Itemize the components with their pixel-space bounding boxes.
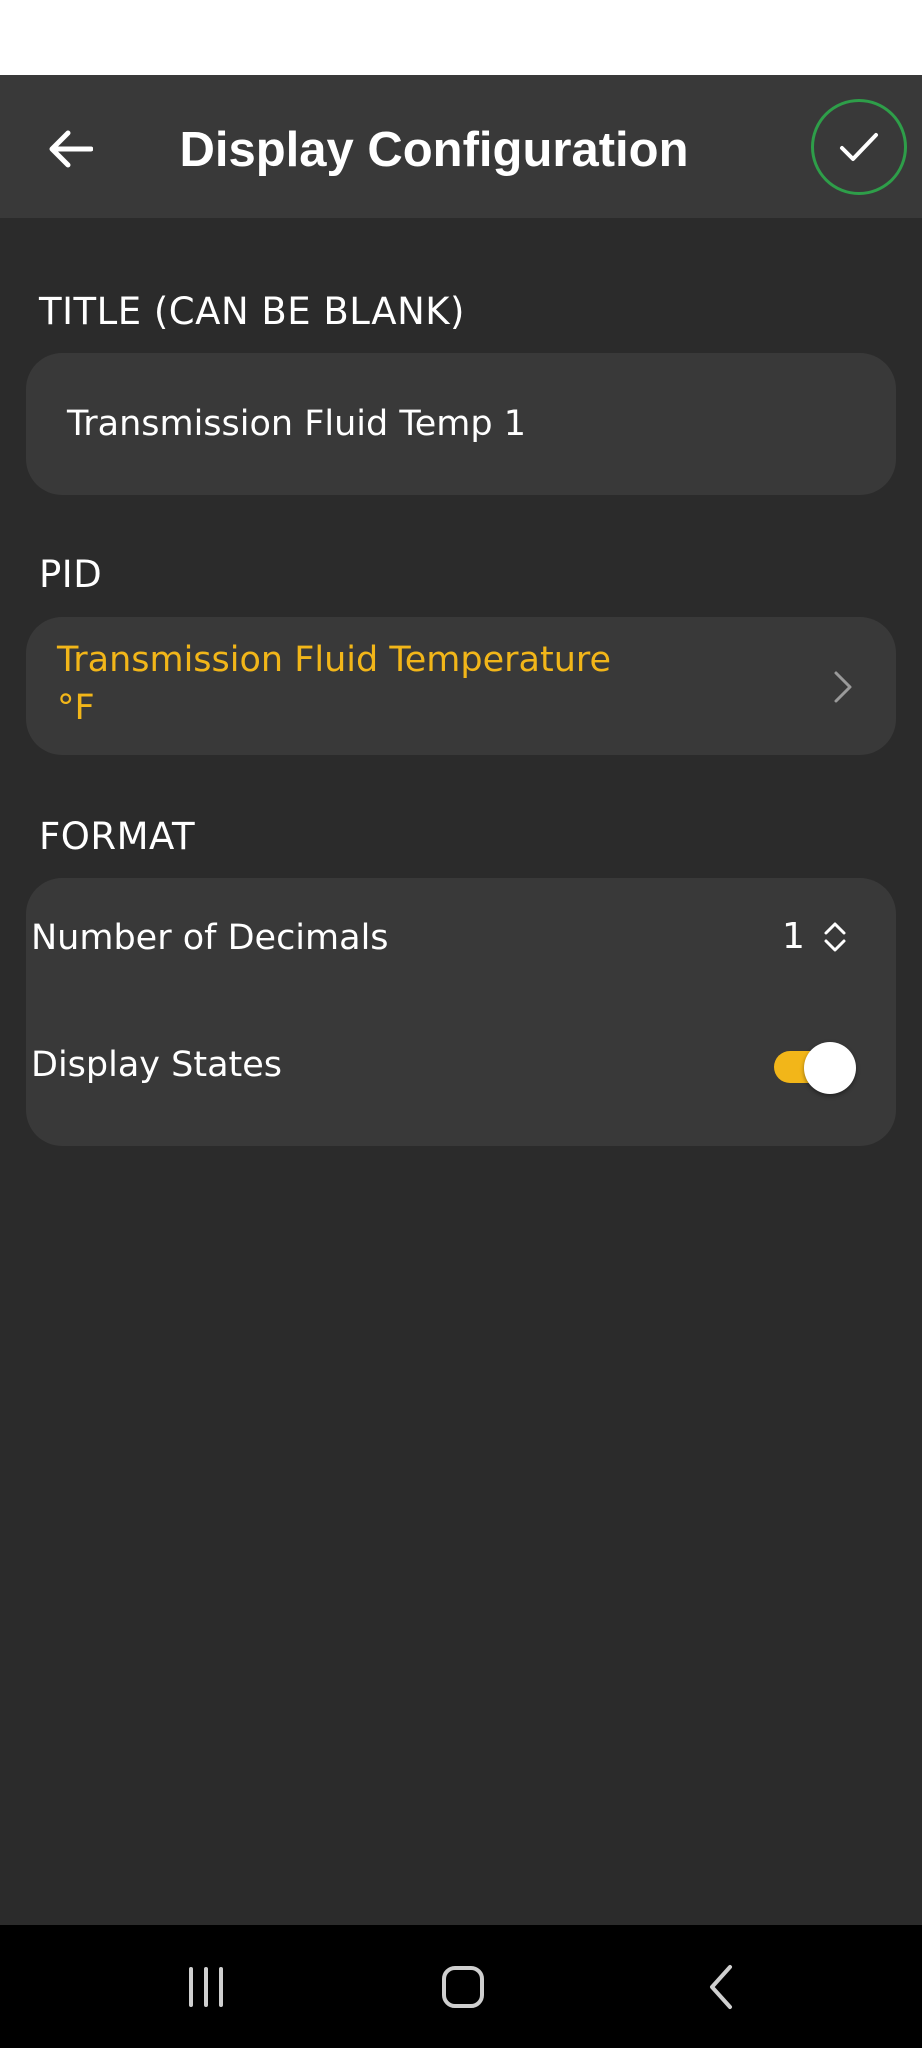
system-back-button[interactable] xyxy=(681,1955,761,2019)
chevron-right-icon xyxy=(834,671,852,703)
format-section-label: FORMAT xyxy=(39,815,196,858)
display-states-label: Display States xyxy=(31,1045,283,1085)
toggle-knob xyxy=(804,1042,856,1094)
pid-section-label: PID xyxy=(39,553,103,596)
system-nav-bar xyxy=(0,1925,922,2048)
arrow-left-icon xyxy=(49,130,93,168)
title-input-card[interactable]: Transmission Fluid Temp 1 xyxy=(26,353,896,495)
decimals-label: Number of Decimals xyxy=(31,918,389,958)
decimals-value: 1 xyxy=(782,916,805,957)
home-button[interactable] xyxy=(423,1955,503,2019)
confirm-button[interactable] xyxy=(811,99,907,195)
up-down-chevron-icon xyxy=(824,922,846,952)
decimals-stepper[interactable]: 1 xyxy=(767,907,877,967)
checkmark-icon xyxy=(840,133,878,161)
recents-icon xyxy=(189,1967,223,2007)
pid-unit: °F xyxy=(57,688,95,728)
back-button[interactable] xyxy=(30,109,110,189)
title-input[interactable]: Transmission Fluid Temp 1 xyxy=(67,400,526,448)
status-bar xyxy=(0,0,922,75)
pid-selector[interactable]: Transmission Fluid Temperature °F xyxy=(26,617,896,755)
system-back-icon xyxy=(710,1965,732,2009)
pid-name: Transmission Fluid Temperature xyxy=(57,640,612,680)
home-icon xyxy=(442,1966,484,2008)
recents-button[interactable] xyxy=(166,1955,246,2019)
page-title: Display Configuration xyxy=(179,123,689,177)
title-section-label: TITLE (CAN BE BLANK) xyxy=(39,290,465,333)
app-header: Display Configuration xyxy=(0,75,922,218)
display-states-toggle[interactable] xyxy=(774,1042,856,1094)
